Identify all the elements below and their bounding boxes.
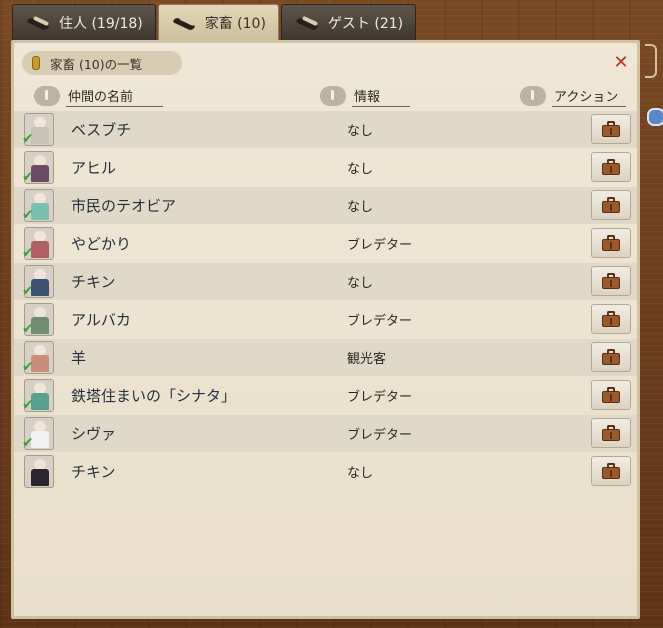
- check-icon: ✔: [22, 397, 34, 413]
- list-item[interactable]: ✔ アヒル なし: [14, 149, 637, 186]
- list-item[interactable]: ✔ 市民のテオビア なし: [14, 187, 637, 224]
- livestock-list-panel: 家畜 (10)の一覧 ✕ 仲間の名前 情報 アクション ✔ ベスブチ なし ✔ アヒルな…: [11, 40, 640, 619]
- briefcase-icon: [602, 349, 620, 365]
- check-icon: ✔: [22, 321, 34, 337]
- briefcase-icon: [602, 235, 620, 251]
- orb-icon: [647, 108, 663, 126]
- avatar-body: [31, 469, 49, 486]
- member-name[interactable]: ベスブチ: [71, 119, 131, 140]
- action-button[interactable]: [591, 114, 631, 144]
- member-info: なし: [347, 276, 374, 291]
- member-name[interactable]: アルバカ: [71, 309, 131, 330]
- check-icon: ✔: [22, 207, 34, 223]
- action-button[interactable]: [591, 152, 631, 182]
- check-icon: ✔: [22, 131, 34, 147]
- briefcase-icon: [602, 463, 620, 479]
- list-item[interactable]: ✔ 鉄塔住まいの「シナタ」 ブレデター: [14, 377, 637, 414]
- check-icon: ✔: [22, 283, 34, 299]
- column-header-name[interactable]: 仲間の名前: [34, 85, 164, 107]
- member-info: なし: [347, 162, 374, 177]
- action-button[interactable]: [591, 418, 631, 448]
- briefcase-icon: [602, 273, 620, 289]
- action-button[interactable]: [591, 304, 631, 334]
- member-info: なし: [347, 200, 374, 215]
- member-name[interactable]: 鉄塔住まいの「シナタ」: [71, 385, 236, 406]
- member-name[interactable]: やどかり: [71, 233, 131, 254]
- briefcase-icon: [602, 425, 620, 441]
- member-info: ブレデター: [347, 428, 413, 443]
- member-name[interactable]: チキン: [71, 461, 116, 482]
- sandal-icon: [25, 14, 53, 32]
- livestock-list: ✔ ベスブチ なし ✔ アヒル なし ✔ 市民のテオビア なし ✔ やどかり ブレデター ✔ チキン なし ✔…: [14, 111, 637, 491]
- member-name[interactable]: 羊: [71, 347, 86, 368]
- member-name[interactable]: シヴァ: [71, 423, 116, 444]
- member-name[interactable]: 市民のテオビア: [71, 195, 176, 216]
- column-label: アクション: [552, 86, 627, 107]
- sort-icon[interactable]: [320, 86, 346, 106]
- briefcase-icon: [602, 311, 620, 327]
- member-info: なし: [347, 124, 374, 139]
- hook-icon: [645, 44, 657, 78]
- list-item[interactable]: ✔ ベスブチ なし: [14, 111, 637, 148]
- tab-label: 住人 (19/18): [59, 15, 143, 32]
- check-icon: ✔: [22, 245, 34, 261]
- sandal-icon: [294, 14, 322, 32]
- member-info: ブレデター: [347, 390, 413, 405]
- briefcase-icon: [602, 159, 620, 175]
- action-button[interactable]: [591, 190, 631, 220]
- close-icon[interactable]: ✕: [611, 53, 631, 73]
- pin-icon: [32, 56, 40, 70]
- sort-icon[interactable]: [520, 86, 546, 106]
- action-button[interactable]: [591, 380, 631, 410]
- tab-label: 家畜 (10): [204, 15, 266, 32]
- tab-guests[interactable]: ゲスト (21): [280, 4, 417, 40]
- member-info: なし: [347, 466, 374, 481]
- action-button[interactable]: [591, 266, 631, 296]
- list-item[interactable]: ✔ アルバカ ブレデター: [14, 301, 637, 338]
- tab-livestock[interactable]: 家畜 (10): [157, 4, 279, 40]
- column-label: 情報: [352, 86, 411, 107]
- panel-title: 家畜 (10)の一覧: [50, 56, 143, 72]
- member-info: ブレデター: [347, 314, 413, 329]
- tab-label: ゲスト (21): [327, 15, 404, 32]
- column-label: 仲間の名前: [66, 86, 164, 107]
- list-item[interactable]: ✔ チキン なし: [14, 263, 637, 300]
- list-item[interactable]: ✔ シヴァ ブレデター: [14, 415, 637, 452]
- sandal-icon: [171, 14, 199, 32]
- tab-bar: 住人 (19/18) 家畜 (10) ゲスト (21): [12, 4, 418, 40]
- sort-icon[interactable]: [34, 86, 60, 106]
- check-icon: ✔: [22, 435, 34, 451]
- briefcase-icon: [602, 197, 620, 213]
- column-header-action[interactable]: アクション: [520, 85, 627, 107]
- briefcase-icon: [602, 387, 620, 403]
- list-item[interactable]: ✔ やどかり ブレデター: [14, 225, 637, 262]
- check-icon: ✔: [22, 169, 34, 185]
- member-info: 観光客: [347, 352, 387, 367]
- check-icon: ✔: [22, 359, 34, 375]
- member-name[interactable]: チキン: [71, 271, 116, 292]
- action-button[interactable]: [591, 228, 631, 258]
- column-header-info[interactable]: 情報: [320, 85, 411, 107]
- action-button[interactable]: [591, 342, 631, 372]
- member-name[interactable]: アヒル: [71, 157, 116, 178]
- list-item[interactable]: チキン なし: [14, 453, 637, 490]
- action-button[interactable]: [591, 456, 631, 486]
- tab-residents[interactable]: 住人 (19/18): [12, 4, 156, 40]
- briefcase-icon: [602, 121, 620, 137]
- panel-title-badge: 家畜 (10)の一覧: [22, 51, 182, 75]
- side-decoration: [643, 44, 663, 134]
- list-item[interactable]: ✔ 羊 観光客: [14, 339, 637, 376]
- avatar: [24, 455, 54, 488]
- member-info: ブレデター: [347, 238, 413, 253]
